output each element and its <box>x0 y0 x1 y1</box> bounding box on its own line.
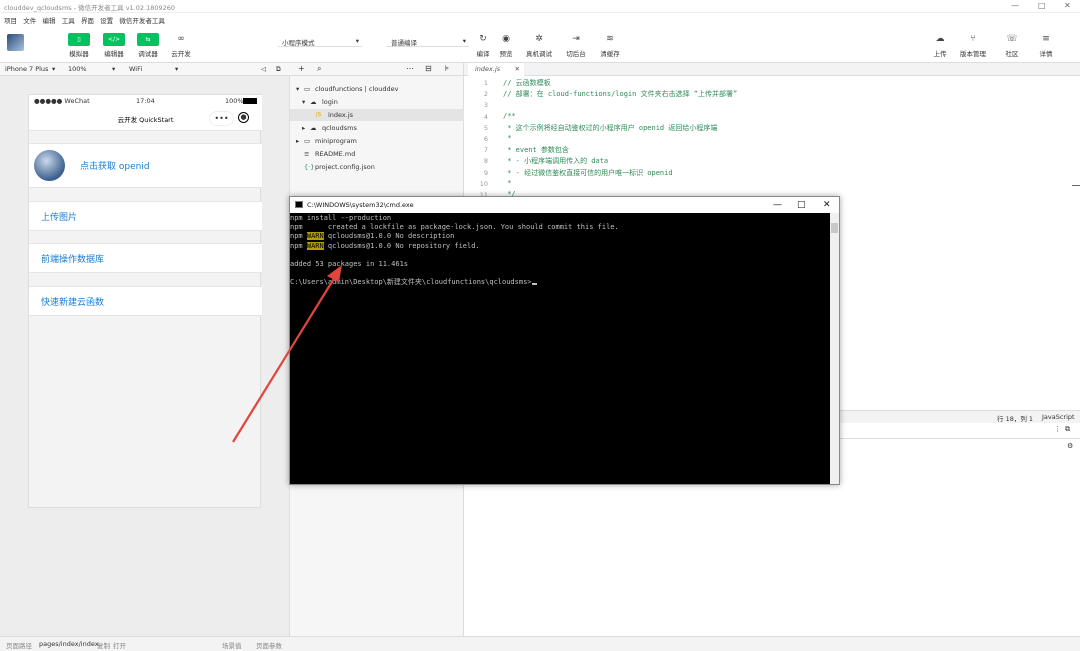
annotation-arrow <box>232 265 342 443</box>
arrow-head <box>327 265 342 282</box>
arrow-shaft <box>232 271 339 443</box>
